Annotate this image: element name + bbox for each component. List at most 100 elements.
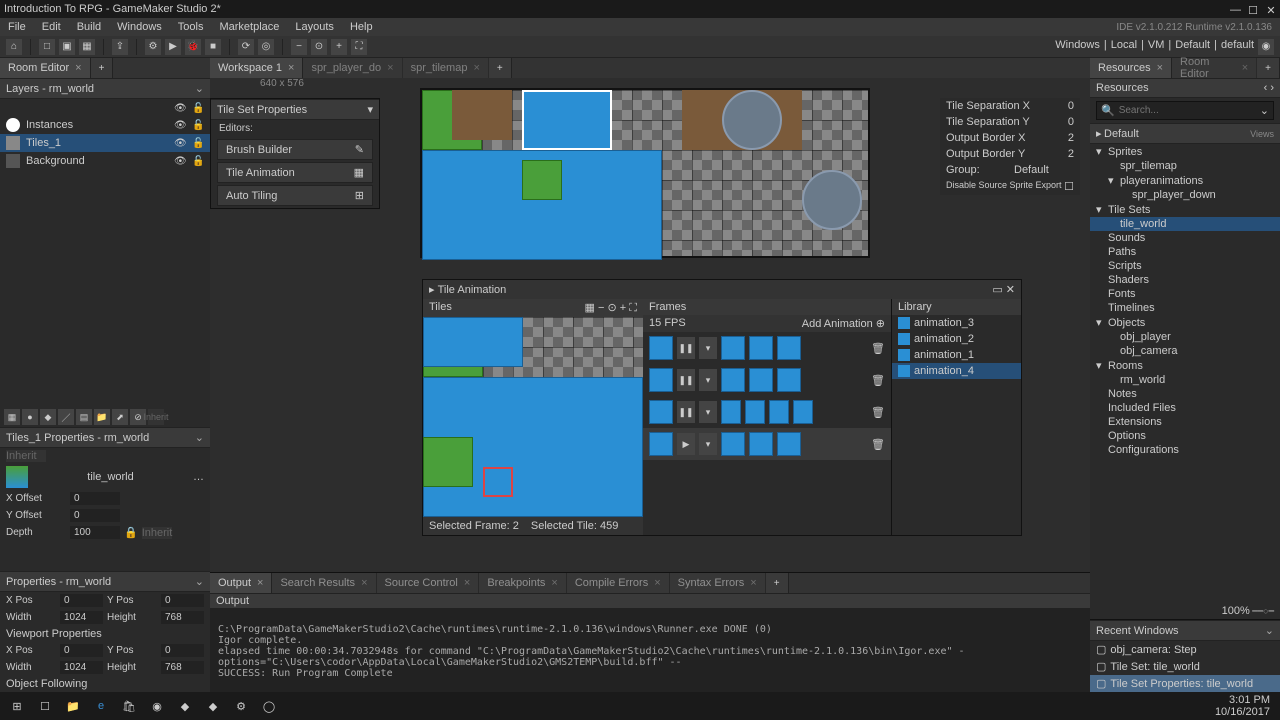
brush-builder-button[interactable]: Brush Builder✎ xyxy=(217,139,373,160)
edge-icon[interactable]: e xyxy=(88,695,114,717)
fullscreen-icon[interactable]: ⛶ xyxy=(629,302,637,314)
chevron-down-icon[interactable]: ⌄ xyxy=(1260,104,1269,117)
folder-icon[interactable]: 📁 xyxy=(94,409,110,425)
tab-add[interactable]: + xyxy=(91,58,114,78)
export-icon[interactable]: ⇪ xyxy=(112,39,128,55)
add-path-icon[interactable]: ／ xyxy=(58,409,74,425)
depth-field[interactable]: 100 xyxy=(70,526,120,539)
lock-icon[interactable]: 🔓 xyxy=(192,103,204,114)
tree-node[interactable]: Paths xyxy=(1090,245,1280,259)
grid-icon[interactable]: ▦ xyxy=(585,302,595,314)
menu-marketplace[interactable]: Marketplace xyxy=(219,21,279,33)
close-icon[interactable]: ✕ xyxy=(1266,4,1276,14)
run-icon[interactable]: ▶ xyxy=(165,39,181,55)
tab-room-editor-r[interactable]: Room Editor× xyxy=(1172,58,1257,78)
tileset-canvas[interactable] xyxy=(420,88,870,258)
zoom-out-icon[interactable]: − xyxy=(291,39,307,55)
zoom-in-icon[interactable]: + xyxy=(620,302,626,314)
clean-icon[interactable]: ⟳ xyxy=(238,39,254,55)
prev-icon[interactable]: ‹ xyxy=(1264,82,1268,94)
tree-node[interactable]: spr_player_down xyxy=(1090,188,1280,202)
recent-item-3[interactable]: ▢Tile Set Properties: tile_world xyxy=(1090,675,1280,692)
app-icon[interactable]: ◆ xyxy=(172,695,198,717)
target-vm[interactable]: VM xyxy=(1148,39,1165,55)
pause-icon[interactable]: ❚❚ xyxy=(677,369,695,391)
close-icon[interactable]: ✕ xyxy=(1006,283,1015,296)
lib-anim-3[interactable]: animation_3 xyxy=(892,315,1021,331)
restore-icon[interactable]: ▭ xyxy=(992,283,1002,296)
tree-node[interactable]: Notes xyxy=(1090,387,1280,401)
room-props-header[interactable]: Properties - rm_world⌄ xyxy=(0,571,210,592)
lock-icon[interactable]: 🔒 xyxy=(124,526,138,539)
zoom-in-icon[interactable]: + xyxy=(331,39,347,55)
debug-icon[interactable]: 🐞 xyxy=(185,39,201,55)
auto-tiling-button[interactable]: Auto Tiling⊞ xyxy=(217,185,373,206)
pause-icon[interactable]: ❚❚ xyxy=(677,337,695,359)
menu-edit[interactable]: Edit xyxy=(42,21,61,33)
tab-resources[interactable]: Resources× xyxy=(1090,58,1172,78)
play-icon[interactable]: ▶ xyxy=(677,433,695,455)
close-icon[interactable]: × xyxy=(75,62,81,74)
delete-icon[interactable]: 🗑 xyxy=(871,374,885,387)
targets-icon[interactable]: ◉ xyxy=(1258,39,1274,55)
home-icon[interactable]: ⌂ xyxy=(6,39,22,55)
chevron-down-icon[interactable]: ⌄ xyxy=(195,82,204,95)
layer-tiles[interactable]: Tiles_1👁🔓 xyxy=(0,134,210,152)
tree-node[interactable]: ▾Tile Sets xyxy=(1090,202,1280,217)
add-tile-icon[interactable]: ◆ xyxy=(40,409,56,425)
tree-node[interactable]: Sounds xyxy=(1090,231,1280,245)
tree-node[interactable]: Shaders xyxy=(1090,273,1280,287)
collapse-icon[interactable]: ▸ xyxy=(429,283,435,296)
tree-node[interactable]: Extensions xyxy=(1090,415,1280,429)
layer-background[interactable]: Background👁🔓 xyxy=(0,152,210,170)
tree-node[interactable]: tile_world xyxy=(1090,217,1280,231)
tab-add[interactable]: + xyxy=(489,58,512,78)
recent-item-2[interactable]: ▢Tile Set: tile_world xyxy=(1090,658,1280,675)
tab-source-control[interactable]: Source Control× xyxy=(377,573,480,593)
tree-node[interactable]: Included Files xyxy=(1090,401,1280,415)
chrome-icon[interactable]: ◉ xyxy=(144,695,170,717)
eye-icon[interactable]: 👁 xyxy=(174,103,186,114)
menu-file[interactable]: File xyxy=(8,21,26,33)
x-offset-field[interactable]: 0 xyxy=(70,492,120,505)
resource-tree[interactable]: ▾Spritesspr_tilemap▾playeranimationsspr_… xyxy=(1090,144,1280,603)
open-icon[interactable]: ▣ xyxy=(59,39,75,55)
obs-icon[interactable]: ◯ xyxy=(256,695,282,717)
save-icon[interactable]: ▦ xyxy=(79,39,95,55)
explorer-icon[interactable]: 📁 xyxy=(60,695,86,717)
layers-header[interactable]: Layers - rm_world⌄ xyxy=(0,78,210,99)
search-input[interactable] xyxy=(1119,105,1256,116)
system-clock[interactable]: 3:01 PM10/16/2017 xyxy=(1215,694,1276,718)
out-border-y[interactable]: 2 xyxy=(1068,148,1074,160)
settings-icon[interactable]: ⚙ xyxy=(228,695,254,717)
taskview-icon[interactable]: ☐ xyxy=(32,695,58,717)
delete-icon[interactable]: 🗑 xyxy=(871,406,885,419)
tree-node[interactable]: Fonts xyxy=(1090,287,1280,301)
resource-search[interactable]: 🔍⌄ xyxy=(1096,101,1274,120)
recent-item-1[interactable]: ▢obj_camera: Step xyxy=(1090,641,1280,658)
y-offset-field[interactable]: 0 xyxy=(70,509,120,522)
start-icon[interactable]: ⊞ xyxy=(4,695,30,717)
tree-node[interactable]: Configurations xyxy=(1090,443,1280,457)
object-following-label[interactable]: Object Following xyxy=(6,678,87,690)
config-name[interactable]: default xyxy=(1221,39,1254,55)
dropdown-icon[interactable]: ▾ xyxy=(367,103,373,116)
maximize-icon[interactable]: ☐ xyxy=(1248,4,1258,14)
tab-room-editor[interactable]: Room Editor× xyxy=(0,58,91,78)
delete-icon[interactable]: 🗑 xyxy=(871,342,885,355)
pause-icon[interactable]: ❚❚ xyxy=(677,401,695,423)
output-log[interactable]: C:\ProgramData\GameMakerStudio2\Cache\ru… xyxy=(210,609,1090,683)
zoom-out-icon[interactable]: − xyxy=(598,302,604,314)
stop-icon[interactable]: ■ xyxy=(205,39,221,55)
build-icon[interactable]: ⚙ xyxy=(145,39,161,55)
tab-search-results[interactable]: Search Results× xyxy=(272,573,376,593)
dropdown-icon[interactable]: ▾ xyxy=(699,337,717,359)
config-default[interactable]: Default xyxy=(1175,39,1210,55)
more-icon[interactable]: … xyxy=(193,471,204,483)
tree-node[interactable]: ▾playeranimations xyxy=(1090,173,1280,188)
store-icon[interactable]: 🛍 xyxy=(116,695,142,717)
tile-animation-button[interactable]: Tile Animation▦ xyxy=(217,162,373,183)
menu-tools[interactable]: Tools xyxy=(178,21,204,33)
checkbox[interactable]: ☐ xyxy=(1064,180,1074,193)
group-select[interactable]: Default xyxy=(1014,164,1074,176)
